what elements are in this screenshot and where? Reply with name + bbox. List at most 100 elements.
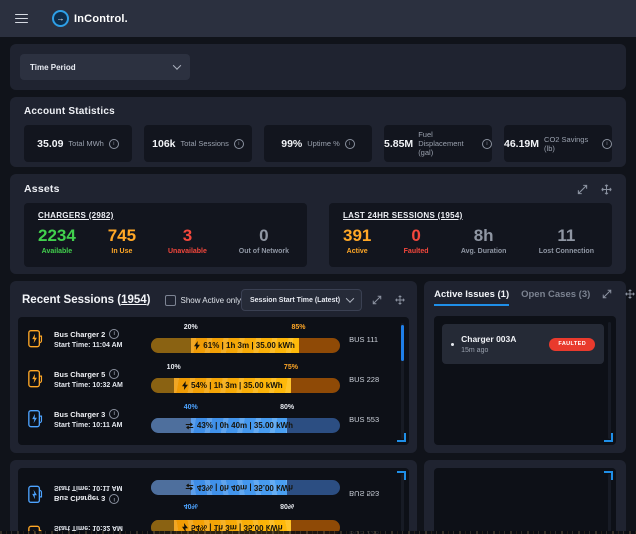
info-icon[interactable] [109,329,120,340]
swap-arrows-icon [185,484,194,492]
scrollbar-thumb[interactable] [401,325,405,361]
info-icon[interactable] [109,369,120,380]
recent-sessions-panel: Recent Sessions (1954) Show Active only … [10,281,418,453]
chevron-down-icon [345,294,355,303]
account-stat-card: 99% Uptime % [264,125,372,162]
asset-stat-label: Out of Network [238,248,289,255]
sort-dropdown[interactable]: Session Start Time (Latest) [241,289,363,311]
tab-active-issues[interactable]: Active Issues (1) [434,289,509,306]
account-statistics-panel: Account Statistics 35.09 Total MWh 106k Tot… [10,97,626,167]
account-stat-card: 35.09 Total MWh [24,125,132,162]
asset-stat: 391 Active [343,227,371,255]
session-row[interactable]: Bus Charger 2Start Time: 11:04 AM 20% 85% 6… [28,319,395,359]
session-row[interactable]: Bus Charger 5Start Time: 10:32 AM 10% 75% 5… [28,359,395,399]
asset-stat: 11 Lost Connection [539,227,594,255]
asset-stat-value: 0 [411,226,421,245]
asset-stat: 8h Avg. Duration [461,227,507,255]
resize-corner-icon[interactable] [397,433,407,442]
stat-label: CO2 Savings (lb) [544,134,589,153]
expand-icon[interactable] [602,289,612,299]
account-stats-row: 35.09 Total MWh 106k Total Sessions 99% Uptim… [24,125,612,162]
info-icon[interactable] [233,138,244,149]
recent-sessions-panel: Recent Sessions (1954) Show Active only … [10,460,418,534]
resize-corner-icon[interactable] [397,471,407,480]
last-24hr-sessions-card: LAST 24HR SESSIONS (1954) 391 Active 0 Faul… [329,203,612,267]
session-charger-name: Bus Charger 3 [54,409,142,420]
show-active-only-checkbox[interactable] [164,294,176,306]
middle-row: Recent Sessions (1954) Show Active only … [10,281,635,453]
scrollbar-track[interactable] [608,322,612,439]
session-charger-name: Bus Charger 5 [54,369,142,380]
asset-stat-value: 8h [473,226,494,245]
middle-row: Recent Sessions (1954) Show Active only … [10,460,627,534]
time-period-panel: Time Period [10,44,626,90]
session-bar-text: 43% | 0h 40m | 35.00 kWh [196,483,293,492]
info-icon[interactable] [602,138,612,149]
soc-start-label: 40% [183,404,198,411]
resize-corner-icon[interactable] [604,471,614,480]
dashboard-page: → InControl. Time Period Account Statist… [0,0,636,534]
asset-stat-label: Lost Connection [538,248,594,255]
session-charger-name: Bus Charger 3 [54,493,142,504]
session-start-time: Start Time: 10:32 AM [54,381,123,389]
soc-end-label: 85% [291,324,306,331]
scrollbar-track[interactable] [401,474,405,534]
move-icon[interactable] [625,289,635,299]
resize-corner-icon[interactable] [604,433,614,442]
session-start-time: Start Time: 10:11 AM [54,484,123,492]
sessions-list: Bus Charger 2Start Time: 11:04 AM20%85%6… [18,317,410,445]
info-icon[interactable] [344,138,355,149]
chargers-summary-card: CHARGERS (2982) 2234 Available 745 In Use 3 U… [24,203,307,267]
asset-stat-value: 3 [182,226,193,245]
bullet-icon [451,342,455,346]
asset-stat-label: In Use [111,248,133,255]
soc-start-label: 20% [183,324,198,331]
expand-icon[interactable] [372,295,382,305]
tab-open-cases[interactable]: Open Cases (3) [521,289,590,306]
sessions-list: Bus Charger 2Start Time: 11:04 AM20%85%6… [18,468,410,534]
issue-time-ago: 15m ago [461,347,489,354]
asset-stat-label: Active [346,248,368,255]
bus-id: BUS 553 [349,489,380,499]
chargers-title: CHARGERS (2982) [38,211,114,220]
account-statistics-title: Account Statistics [24,106,115,117]
session-start-time: Start Time: 11:04 AM [54,341,123,349]
expand-icon[interactable] [577,184,588,195]
brand-name: InControl. [74,12,128,25]
session-progress-bar: 54% | 1h 3m | 35.00 kWh [151,378,341,393]
move-icon[interactable] [395,295,405,305]
assets-title: Assets [24,183,60,195]
issues-list: Charger 003A15m agoFAULTED [434,468,617,534]
asset-stat-label: Faulted [403,248,429,255]
time-period-select[interactable]: Time Period [20,54,190,80]
info-icon[interactable] [109,493,120,504]
bus-id: BUS 111 [349,334,379,344]
stat-label: Uptime % [307,139,340,148]
info-icon[interactable] [108,138,119,149]
hamburger-menu-icon[interactable] [15,13,28,24]
arrow-logo-icon: → [52,10,69,27]
asset-stat-value: 0 [259,226,269,245]
issue-card[interactable]: Charger 003A 15m ago FAULTED [442,324,605,364]
session-row[interactable]: Bus Charger 3Start Time: 10:11 AM 40% 80% 4… [28,399,395,439]
session-bar-text: 54% | 1h 3m | 35.00 kWh [191,381,283,390]
asset-stat-label: Available [41,248,73,255]
stat-label: Total Sessions [180,139,229,148]
app-logo[interactable]: → InControl. [52,10,128,27]
session-row[interactable]: Bus Charger 3Start Time: 10:11 AM 40% 80% 4… [28,474,395,514]
charger-icon [28,484,45,505]
soc-start-label: 40% [183,502,198,509]
stat-value: 35.09 [37,137,64,150]
asset-stat-value: 2234 [38,226,76,245]
info-icon[interactable] [109,409,120,420]
top-navbar: → InControl. [0,0,636,37]
main-content: Time Period Account Statistics 35.09 Tota… [0,44,636,534]
stat-label: Fuel Displacement (gal) [418,130,464,157]
account-stat-card: 5.85M Fuel Displacement (gal) [384,125,492,162]
charger-icon [28,369,45,390]
soc-start-label: 10% [166,364,181,371]
sort-dropdown-label: Session Start Time (Latest) [250,296,341,304]
move-icon[interactable] [601,183,612,195]
scrollbar-track[interactable] [608,474,612,534]
info-icon[interactable] [482,138,492,149]
